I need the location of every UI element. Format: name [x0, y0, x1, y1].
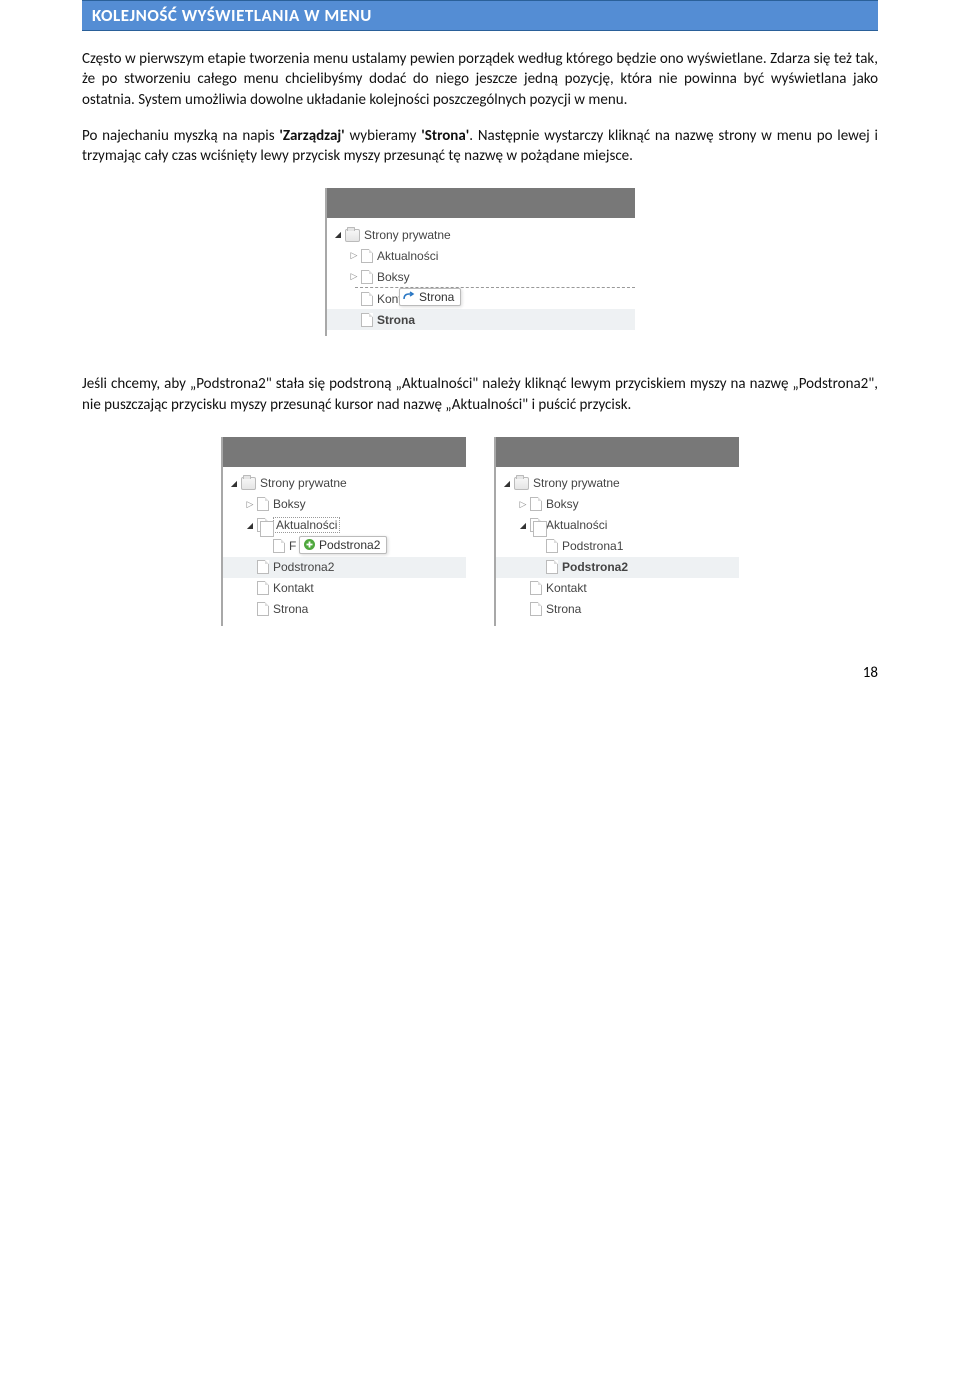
- tree-panel-left: Strony prywatne Boksy Aktualności: [221, 437, 466, 626]
- paragraph-1: Często w pierwszym etapie tworzenia menu…: [82, 49, 878, 110]
- collapse-icon[interactable]: [245, 520, 255, 531]
- bold-zarzadzaj: 'Zarządzaj': [279, 127, 344, 145]
- expand-icon[interactable]: [518, 499, 528, 510]
- panel-toolbar: [496, 437, 739, 467]
- tree-label: Podstrona1: [562, 539, 623, 553]
- tree-item-strona[interactable]: Strona: [327, 309, 635, 330]
- page-icon: [257, 497, 269, 511]
- panel-toolbar: [327, 188, 635, 218]
- tree-body: Strony prywatne Boksy Aktualności: [496, 467, 739, 626]
- drag-tooltip-label: Strona: [419, 290, 454, 304]
- tree-item-root[interactable]: Strony prywatne: [496, 473, 739, 494]
- page-icon: [257, 560, 269, 574]
- page-icon: [546, 560, 558, 574]
- tree-label: Podstrona2: [562, 560, 628, 574]
- tree-label: Podstrona2: [273, 560, 334, 574]
- page-number: 18: [82, 664, 878, 682]
- document-page: KOLEJNOŚĆ WYŚWIETLANIA W MENU Często w p…: [0, 0, 960, 722]
- tree-item-boksy[interactable]: Boksy: [223, 494, 466, 515]
- page-icon: [257, 581, 269, 595]
- plus-circle-icon: [303, 538, 316, 551]
- section-title: KOLEJNOŚĆ WYŚWIETLANIA W MENU: [92, 5, 868, 26]
- tree-item-podstrona1[interactable]: Podstrona1: [496, 536, 739, 557]
- tree-label: Boksy: [273, 497, 306, 511]
- tree-item-boksy[interactable]: Boksy: [496, 494, 739, 515]
- bold-strona: 'Strona': [421, 127, 469, 145]
- collapse-icon[interactable]: [502, 478, 512, 489]
- page-icon: [361, 270, 373, 284]
- tree-label-partial: F: [289, 539, 296, 553]
- drag-tooltip-label: Podstrona2: [319, 538, 380, 552]
- tree-label: Strony prywatne: [533, 476, 620, 490]
- section-header: KOLEJNOŚĆ WYŚWIETLANIA W MENU: [82, 0, 878, 31]
- tree-label: Strona: [546, 602, 581, 616]
- tree-item-aktualnosci-droptarget[interactable]: Aktualności: [223, 515, 466, 536]
- tree-label: Aktualności: [546, 518, 607, 532]
- move-arrow-icon: [403, 291, 416, 303]
- paragraph-3: Jeśli chcemy, aby „Podstrona2" stała się…: [82, 374, 878, 415]
- tree-item-root[interactable]: Strony prywatne: [327, 224, 635, 245]
- page-stack-icon: [257, 518, 269, 532]
- expand-icon[interactable]: [349, 250, 359, 261]
- page-stack-icon: [530, 518, 542, 532]
- page-icon: [530, 602, 542, 616]
- page-icon: [361, 249, 373, 263]
- tree-label: Strona: [377, 313, 415, 327]
- expand-icon[interactable]: [349, 271, 359, 282]
- tree-label: Strony prywatne: [364, 228, 451, 242]
- page-icon: [530, 581, 542, 595]
- page-icon: [273, 539, 285, 553]
- tree-panel: Strony prywatne Aktualności Boksy: [325, 188, 635, 336]
- tree-body: Strony prywatne Boksy Aktualności: [223, 467, 466, 626]
- drag-tooltip: Strona: [399, 288, 461, 306]
- drag-tooltip-add: Podstrona2: [299, 536, 387, 554]
- tree-item-podstrona2[interactable]: Podstrona2: [496, 557, 739, 578]
- page-icon: [361, 313, 373, 327]
- tree-panel-right: Strony prywatne Boksy Aktualności: [494, 437, 739, 626]
- tree-label: Kontakt: [273, 581, 314, 595]
- paragraph-2: Po najechaniu myszką na napis 'Zarządzaj…: [82, 126, 878, 167]
- tree-item-kontakt-dragging[interactable]: Konta Strona: [327, 288, 635, 309]
- page-icon: [361, 292, 373, 306]
- tree-label: Boksy: [546, 497, 579, 511]
- folder-icon: [241, 477, 256, 490]
- tree-label: Kontakt: [546, 581, 587, 595]
- folder-icon: [514, 477, 529, 490]
- figure-1: Strony prywatne Aktualności Boksy: [82, 188, 878, 336]
- tree-item-podstrona2[interactable]: Podstrona2: [223, 557, 466, 578]
- tree-body: Strony prywatne Aktualności Boksy: [327, 218, 635, 336]
- tree-item-strona[interactable]: Strona: [496, 599, 739, 620]
- collapse-icon[interactable]: [333, 229, 343, 240]
- tree-item-kontakt[interactable]: Kontakt: [223, 578, 466, 599]
- page-icon: [530, 497, 542, 511]
- page-icon: [546, 539, 558, 553]
- text: wybieramy: [345, 127, 422, 145]
- page-icon: [257, 602, 269, 616]
- tree-label: Strony prywatne: [260, 476, 347, 490]
- collapse-icon[interactable]: [229, 478, 239, 489]
- tree-label: Strona: [273, 602, 308, 616]
- tree-item-child-drag[interactable]: F Podstrona2: [223, 536, 466, 557]
- tree-item-root[interactable]: Strony prywatne: [223, 473, 466, 494]
- tree-label: Aktualności: [377, 249, 438, 263]
- collapse-icon[interactable]: [518, 520, 528, 531]
- tree-item-aktualnosci[interactable]: Aktualności: [496, 515, 739, 536]
- tree-label: Boksy: [377, 270, 410, 284]
- folder-icon: [345, 229, 360, 242]
- tree-item-aktualnosci[interactable]: Aktualności: [327, 245, 635, 266]
- tree-item-boksy[interactable]: Boksy: [327, 266, 635, 287]
- tree-item-strona[interactable]: Strona: [223, 599, 466, 620]
- text: Po najechaniu myszką na napis: [82, 127, 279, 145]
- figure-2: Strony prywatne Boksy Aktualności: [82, 437, 878, 626]
- tree-label-highlight: Aktualności: [273, 517, 340, 533]
- expand-icon[interactable]: [245, 499, 255, 510]
- panel-toolbar: [223, 437, 466, 467]
- tree-item-kontakt[interactable]: Kontakt: [496, 578, 739, 599]
